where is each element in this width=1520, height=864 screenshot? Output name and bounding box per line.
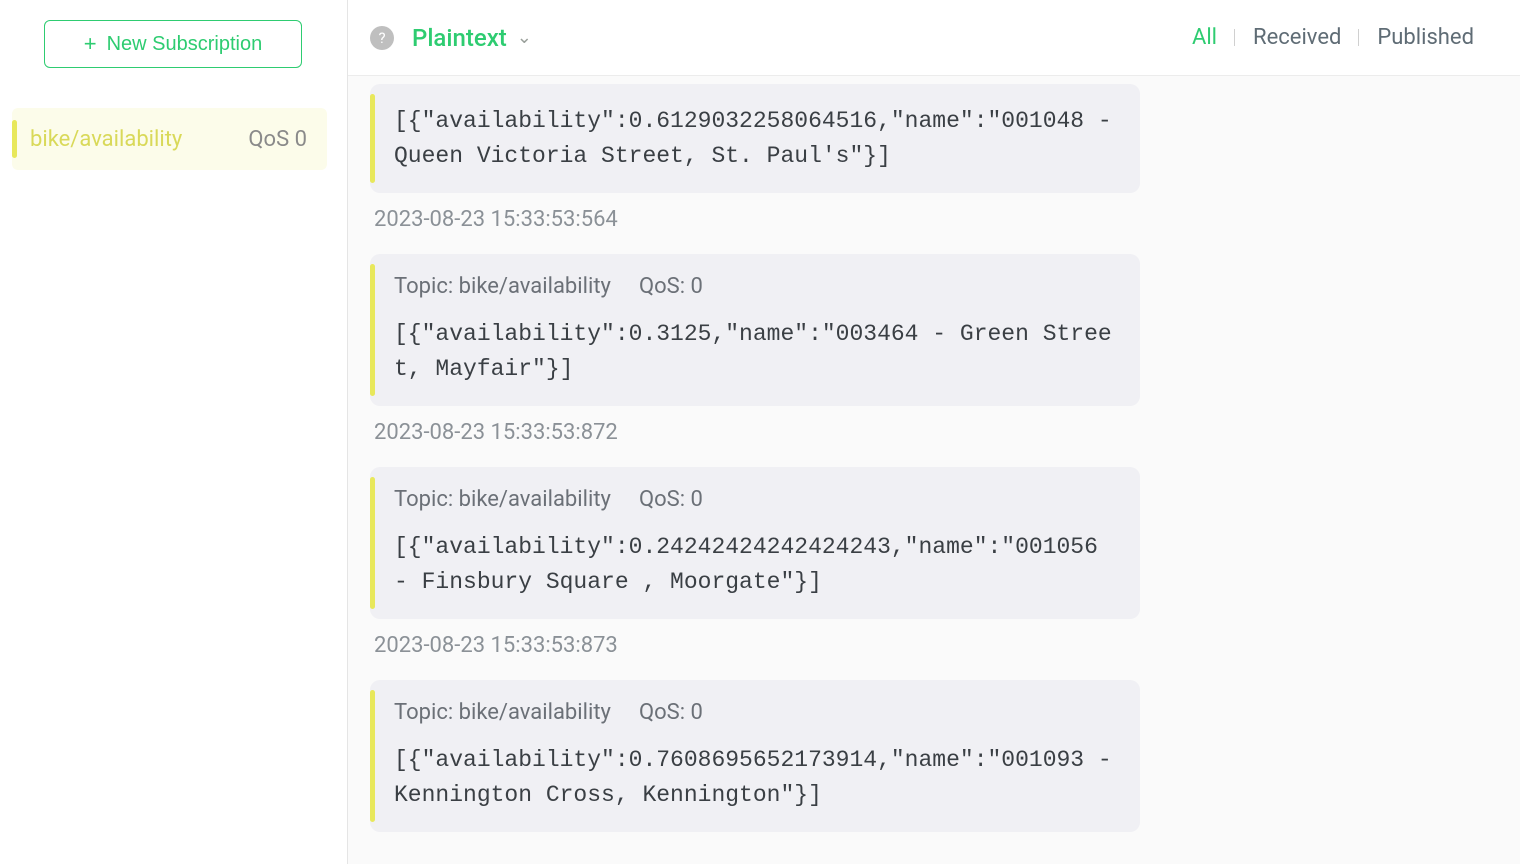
message-card: Topic: bike/availability QoS: 0 [{"availab…	[370, 467, 1140, 619]
message-header: Topic: bike/availability QoS: 0	[394, 274, 1116, 299]
message-topic: Topic: bike/availability	[394, 700, 611, 725]
help-icon[interactable]: ?	[370, 26, 394, 50]
subscription-qos: QoS 0	[248, 127, 307, 152]
subscription-item[interactable]: bike/availability QoS 0	[12, 108, 327, 170]
chevron-down-icon: ⌄	[517, 27, 532, 48]
sidebar: + New Subscription bike/availability QoS…	[0, 0, 348, 864]
message-timestamp: 2023-08-23 15:33:53:873	[374, 633, 1140, 658]
message-body: [{"availability":0.3125,"name":"003464 -…	[394, 317, 1116, 386]
plus-icon: +	[84, 33, 97, 55]
message-header: Topic: bike/availability QoS: 0	[394, 700, 1116, 725]
message-timestamp: 2023-08-23 15:33:53:872	[374, 420, 1140, 445]
message-card: Topic: bike/availability QoS: 0 [{"availab…	[370, 680, 1140, 832]
message-card: Topic: bike/availability QoS: 0 [{"availab…	[370, 254, 1140, 406]
message-body: [{"availability":0.7608695652173914,"nam…	[394, 743, 1116, 812]
new-subscription-button[interactable]: + New Subscription	[44, 20, 302, 68]
topbar: ? Plaintext ⌄ All Received Published	[348, 0, 1520, 76]
message-body: [{"availability":0.6129032258064516,"nam…	[394, 104, 1116, 173]
message-body: [{"availability":0.24242424242424243,"na…	[394, 530, 1116, 599]
tab-received[interactable]: Received	[1235, 25, 1359, 50]
tab-published[interactable]: Published	[1359, 25, 1492, 50]
format-label: Plaintext	[412, 24, 507, 52]
message-timestamp: 2023-08-23 15:33:53:564	[374, 207, 1140, 232]
message-qos: QoS: 0	[639, 274, 703, 299]
format-selector[interactable]: Plaintext ⌄	[412, 24, 532, 52]
message-card: Topic: bike/availabilityQoS: 0[{"availab…	[370, 84, 1140, 193]
message-topic: Topic: bike/availability	[394, 487, 611, 512]
message-qos: QoS: 0	[639, 700, 703, 725]
new-subscription-label: New Subscription	[107, 33, 263, 56]
message-topic: Topic: bike/availability	[394, 274, 611, 299]
message-filter-tabs: All Received Published	[1174, 25, 1492, 50]
subscription-topic: bike/availability	[30, 127, 182, 152]
message-header: Topic: bike/availability QoS: 0	[394, 487, 1116, 512]
main-panel: ? Plaintext ⌄ All Received Published Top…	[348, 0, 1520, 864]
tab-all[interactable]: All	[1174, 25, 1235, 50]
message-list[interactable]: Topic: bike/availability QoS: 0 [{"availab…	[348, 76, 1520, 864]
message-qos: QoS: 0	[639, 487, 703, 512]
